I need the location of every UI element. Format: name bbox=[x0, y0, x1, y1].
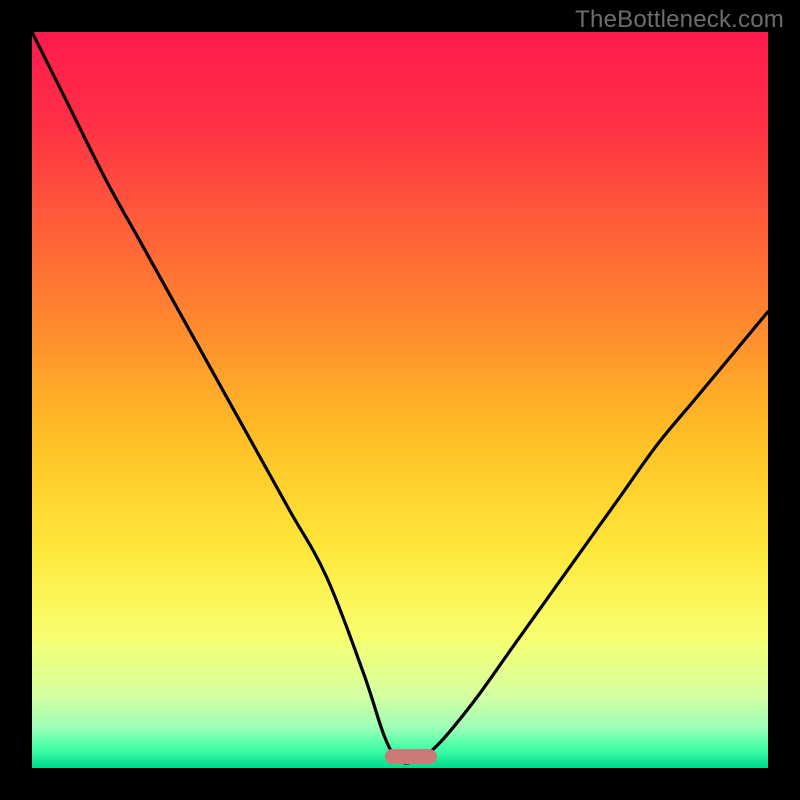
optimal-marker bbox=[385, 749, 437, 764]
chart-frame: TheBottleneck.com bbox=[0, 0, 800, 800]
watermark-text: TheBottleneck.com bbox=[575, 6, 784, 34]
bottleneck-curve bbox=[32, 32, 768, 768]
plot-area bbox=[32, 32, 768, 768]
